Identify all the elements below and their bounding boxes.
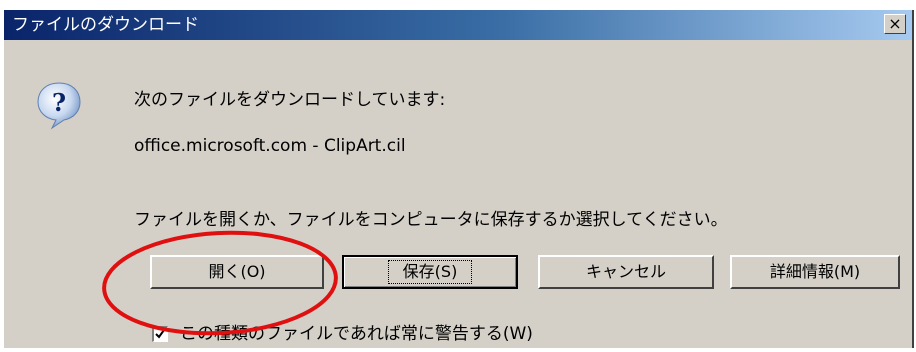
file-download-dialog: ファイルのダウンロード × ? 次のファイルをダウンロードしています: offi… xyxy=(4,10,914,348)
window-title: ファイルのダウンロード xyxy=(12,15,199,35)
close-button[interactable]: × xyxy=(884,14,906,34)
open-button[interactable]: 開く(O) xyxy=(150,255,324,289)
cancel-button[interactable]: キャンセル xyxy=(538,255,714,289)
question-icon: ? xyxy=(37,82,81,130)
download-heading: 次のファイルをダウンロードしています: xyxy=(134,90,446,110)
title-bar[interactable]: ファイルのダウンロード × xyxy=(4,10,912,40)
open-or-save-prompt: ファイルを開くか、ファイルをコンピュータに保存するか選択してください。 xyxy=(134,210,728,230)
always-ask-label[interactable]: この種類のファイルであれば常に警告する(W) xyxy=(180,324,533,344)
open-button-label: 開く(O) xyxy=(208,262,266,281)
save-button[interactable]: 保存(S) xyxy=(342,255,518,289)
cancel-button-label: キャンセル xyxy=(585,262,666,281)
save-button-label: 保存(S) xyxy=(387,260,473,284)
checkmark-icon xyxy=(155,329,165,339)
more-info-button[interactable]: 詳細情報(M) xyxy=(730,255,900,289)
always-ask-checkbox[interactable] xyxy=(152,326,168,342)
file-info: office.microsoft.com - ClipArt.cil xyxy=(134,136,406,156)
svg-text:?: ? xyxy=(52,88,66,117)
more-info-button-label: 詳細情報(M) xyxy=(769,262,861,281)
